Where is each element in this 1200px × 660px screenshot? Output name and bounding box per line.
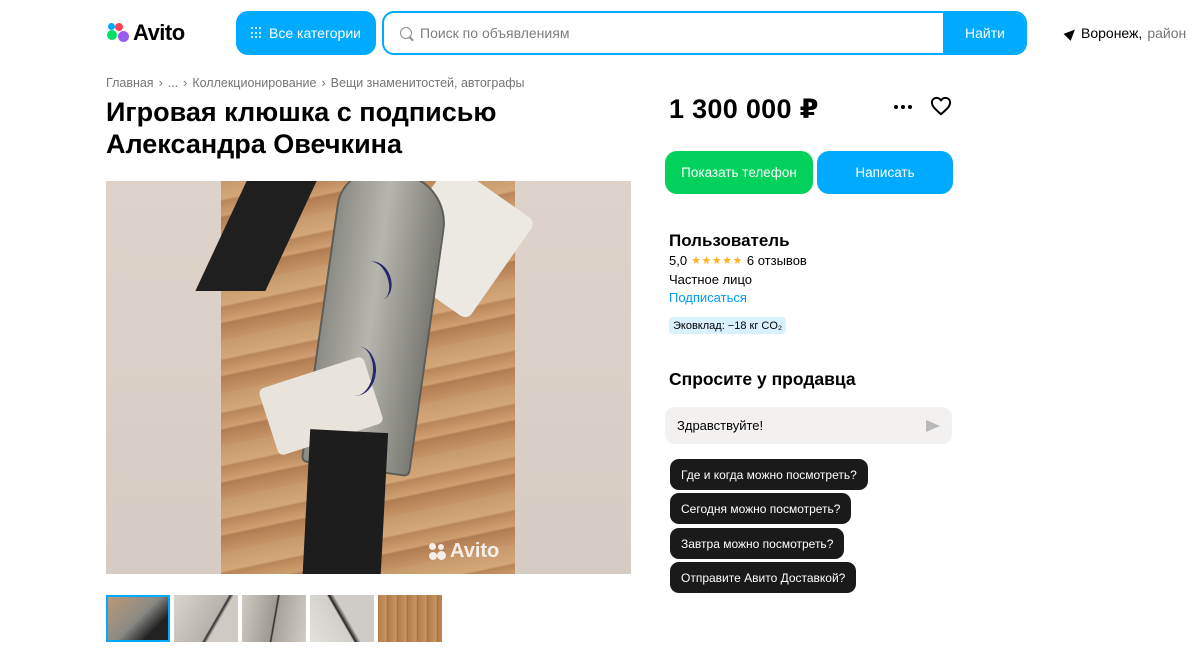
star-rating-icon: ★★★★★: [691, 255, 743, 267]
logo-dots-icon: [106, 21, 130, 45]
thumbnail-3[interactable]: [242, 595, 306, 642]
search-input[interactable]: [420, 25, 943, 41]
watermark-dots-icon: [429, 542, 447, 561]
seller-rating: 5,0 ★★★★★ 6 отзывов: [669, 253, 807, 268]
thumbnail-2[interactable]: [174, 595, 238, 642]
breadcrumb-home[interactable]: Главная: [106, 76, 154, 90]
seller-name[interactable]: Пользователь: [669, 231, 790, 251]
search-bar: Найти: [382, 11, 1027, 55]
quick-question-chip[interactable]: Завтра можно посмотреть?: [670, 528, 845, 559]
breadcrumb-separator: ›: [158, 76, 163, 90]
send-icon[interactable]: [926, 419, 940, 432]
quick-question-chip[interactable]: Где и когда можно посмотреть?: [670, 459, 868, 490]
subscribe-link[interactable]: Подписаться: [669, 290, 747, 305]
write-message-button[interactable]: Написать: [817, 151, 953, 194]
listing-photo[interactable]: Avito: [106, 181, 631, 574]
search-icon: [400, 27, 412, 39]
more-icon[interactable]: [892, 97, 914, 117]
ask-seller-title: Спросите у продавца: [669, 369, 856, 389]
reviews-link[interactable]: 6 отзывов: [747, 253, 807, 268]
breadcrumb: Главная › ... › Коллекционирование › Вещ…: [106, 76, 525, 90]
breadcrumb-separator: ›: [321, 76, 326, 90]
avito-logo[interactable]: Avito: [106, 20, 185, 46]
quick-question-chip[interactable]: Сегодня можно посмотреть?: [670, 493, 852, 524]
breadcrumb-collecting[interactable]: Коллекционирование: [192, 76, 316, 90]
eco-contribution-badge[interactable]: Эковклад: −18 кг CO₂: [669, 317, 787, 334]
thumbnail-4[interactable]: [310, 595, 374, 642]
breadcrumb-autographs[interactable]: Вещи знаменитостей, автографы: [331, 76, 525, 90]
search-button[interactable]: Найти: [943, 13, 1025, 53]
watermark-text: Avito: [450, 540, 500, 562]
seller-type: Частное лицо: [669, 272, 752, 287]
listing-title: Игровая клюшка с подписью Александра Ове…: [106, 97, 497, 159]
all-categories-label: Все категории: [269, 25, 361, 41]
heart-icon[interactable]: [930, 96, 952, 116]
stick-tape: [301, 429, 389, 574]
message-field: [665, 407, 952, 444]
breadcrumb-separator: ›: [183, 76, 188, 90]
thumbnail-1[interactable]: [106, 595, 170, 642]
location-selector[interactable]: Воронеж, район: [1063, 25, 1187, 41]
grid-icon: [251, 27, 263, 39]
all-categories-button[interactable]: Все категории: [236, 11, 376, 55]
rating-value: 5,0: [669, 253, 688, 268]
thumbnail-strip: [106, 595, 442, 642]
show-phone-button[interactable]: Показать телефон: [665, 151, 813, 194]
location-arrow-icon: [1063, 25, 1079, 41]
quick-question-chip[interactable]: Отправите Авито Доставкой?: [670, 562, 857, 593]
thumbnail-5[interactable]: [378, 595, 442, 642]
location-city: Воронеж,: [1081, 25, 1143, 41]
price: 1 300 000 ₽: [669, 94, 819, 124]
location-region: район: [1147, 25, 1187, 41]
logo-text: Avito: [133, 20, 185, 45]
message-input[interactable]: [677, 418, 926, 433]
photo-watermark: Avito: [429, 540, 499, 563]
breadcrumb-ellipsis[interactable]: ...: [168, 76, 178, 90]
